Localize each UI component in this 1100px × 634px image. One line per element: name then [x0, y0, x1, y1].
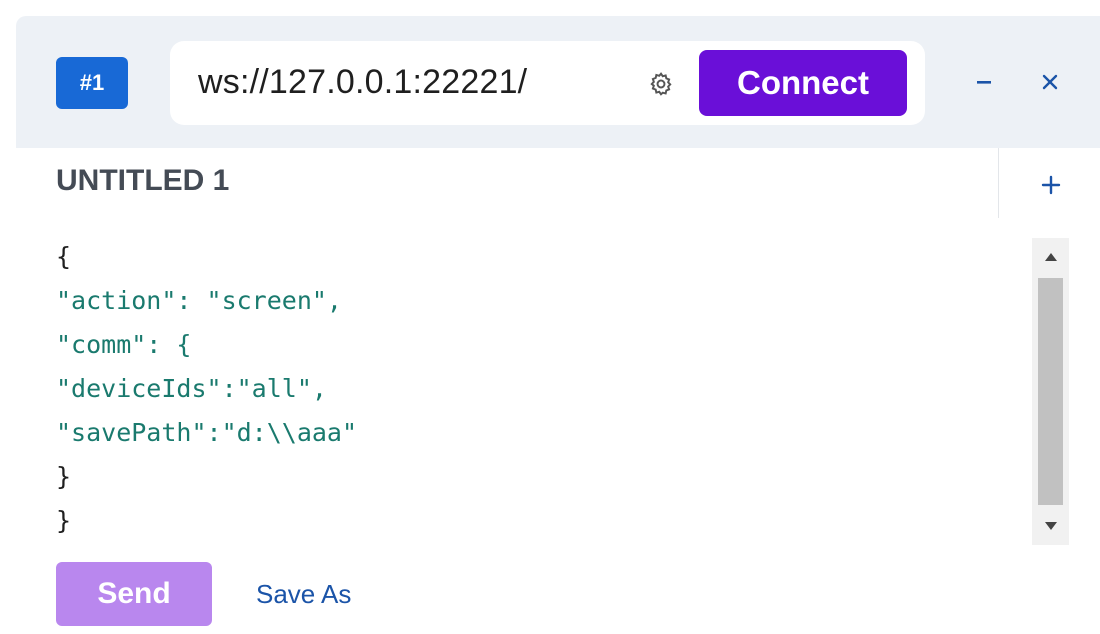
message-editor[interactable]: { "action": "screen", "comm": { "deviceI…	[56, 238, 1022, 546]
code-line: "deviceIds":"all",	[56, 374, 327, 403]
scroll-down-arrow-icon[interactable]	[1032, 507, 1069, 545]
code-line: }	[56, 462, 72, 491]
send-button[interactable]: Send	[56, 562, 212, 626]
connection-badge: #1	[56, 57, 128, 109]
code-line: "comm": {	[56, 330, 192, 359]
save-as-button[interactable]: Save As	[256, 574, 351, 614]
close-icon[interactable]	[1028, 60, 1072, 104]
connection-header: #1 ws://127.0.0.1:22221/ Connect	[16, 16, 1100, 148]
code-line: "action": "screen",	[56, 286, 342, 315]
tab-title[interactable]: UNTITLED 1	[56, 164, 229, 198]
editor-scrollbar[interactable]	[1032, 238, 1069, 545]
scroll-up-arrow-icon[interactable]	[1032, 238, 1069, 276]
tab-divider	[998, 148, 999, 218]
scroll-thumb[interactable]	[1038, 278, 1063, 505]
code-line: {	[56, 242, 72, 271]
gear-icon[interactable]	[648, 71, 674, 97]
plus-icon[interactable]	[1034, 168, 1068, 202]
url-bar: ws://127.0.0.1:22221/ Connect	[170, 41, 925, 125]
minus-icon[interactable]	[962, 60, 1006, 104]
websocket-panel: #1 ws://127.0.0.1:22221/ Connect UNTITLE…	[16, 16, 1100, 634]
url-input[interactable]: ws://127.0.0.1:22221/	[198, 63, 527, 102]
connect-button[interactable]: Connect	[699, 50, 907, 116]
code-line: "savePath":"d:\\aaa"	[56, 418, 358, 447]
code-line: }	[56, 506, 72, 535]
